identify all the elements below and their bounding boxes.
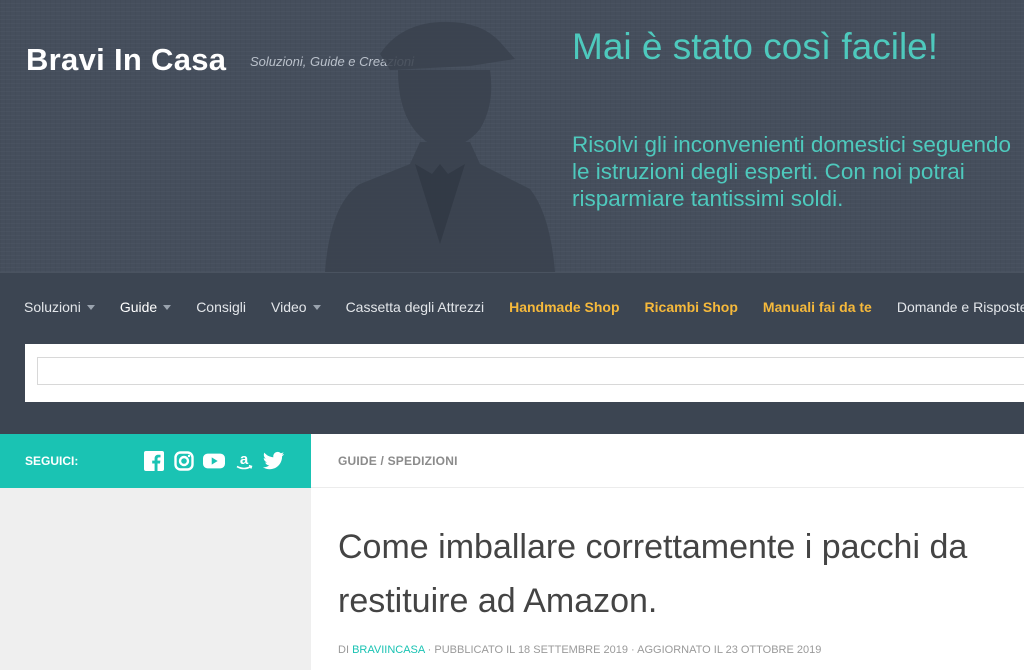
nav-item-guide[interactable]: Guide bbox=[119, 299, 172, 315]
post-meta-by: DI bbox=[338, 644, 349, 656]
nav-item-label: Domande e Risposte bbox=[896, 299, 1024, 315]
banner-headline: Mai è stato così facile! bbox=[572, 26, 939, 67]
nav-item-ricambi-shop[interactable]: Ricambi Shop bbox=[645, 299, 738, 315]
chevron-down-icon bbox=[312, 304, 321, 310]
post-dates: · PUBBLICATO IL 18 SETTEMBRE 2019 · AGGI… bbox=[427, 644, 822, 656]
nav-item-label: Consigli bbox=[196, 299, 246, 315]
follow-bar: SEGUICI: a bbox=[0, 434, 311, 488]
nav-item-label: Video bbox=[271, 299, 307, 315]
nav-menu: Soluzioni Guide Consigli Video Cassetta … bbox=[24, 299, 1024, 315]
svg-text:a: a bbox=[240, 451, 249, 468]
instagram-icon[interactable] bbox=[173, 450, 195, 472]
chevron-down-icon bbox=[163, 304, 172, 310]
worker-silhouette-image bbox=[325, 21, 555, 272]
search-bar bbox=[25, 344, 1024, 402]
nav-item-label: Cassetta degli Attrezzi bbox=[345, 299, 485, 315]
nav-item-label: Ricambi Shop bbox=[644, 299, 738, 315]
post-author-link[interactable]: BRAVIINCASA bbox=[352, 644, 425, 656]
nav-item-manuali[interactable]: Manuali fai da te bbox=[763, 299, 872, 315]
amazon-icon[interactable]: a bbox=[233, 450, 255, 472]
breadcrumb[interactable]: GUIDE / SPEDIZIONI bbox=[338, 454, 458, 468]
nav-item-video[interactable]: Video bbox=[271, 299, 321, 315]
nav-item-label: Handmade Shop bbox=[509, 299, 620, 315]
chevron-down-icon bbox=[86, 304, 95, 310]
post-title: Come imballare correttamente i pacchi da… bbox=[338, 528, 968, 620]
social-icons: a bbox=[143, 450, 285, 472]
youtube-icon[interactable] bbox=[203, 450, 225, 472]
site-title[interactable]: Bravi In Casa bbox=[26, 42, 226, 78]
search-input[interactable] bbox=[37, 357, 1024, 385]
facebook-icon[interactable] bbox=[143, 450, 165, 472]
twitter-icon[interactable] bbox=[263, 450, 285, 472]
nav-item-consigli[interactable]: Consigli bbox=[196, 299, 246, 315]
main-content: GUIDE / SPEDIZIONI Come imballare corret… bbox=[311, 434, 1024, 670]
nav-item-label: Manuali fai da te bbox=[762, 299, 872, 315]
sidebar-body bbox=[0, 488, 311, 670]
nav-item-cassetta-attrezzi[interactable]: Cassetta degli Attrezzi bbox=[346, 299, 485, 315]
nav-item-label: Guide bbox=[119, 299, 158, 315]
banner-body: Risolvi gli inconvenienti domestici segu… bbox=[572, 132, 1011, 211]
follow-label: SEGUICI: bbox=[25, 454, 79, 468]
nav-item-domande-risposte[interactable]: Domande e Risposte bbox=[897, 299, 1024, 315]
nav-item-handmade-shop[interactable]: Handmade Shop bbox=[509, 299, 619, 315]
site-header: Bravi In Casa Soluzioni, Guide e Creazio… bbox=[0, 0, 1024, 272]
main-navigation: Soluzioni Guide Consigli Video Cassetta … bbox=[0, 272, 1024, 434]
post-meta: DI BRAVIINCASA · PUBBLICATO IL 18 SETTEM… bbox=[338, 644, 821, 656]
nav-item-soluzioni[interactable]: Soluzioni bbox=[24, 299, 95, 315]
breadcrumb-bar: GUIDE / SPEDIZIONI bbox=[311, 434, 1024, 488]
nav-item-label: Soluzioni bbox=[24, 299, 81, 315]
